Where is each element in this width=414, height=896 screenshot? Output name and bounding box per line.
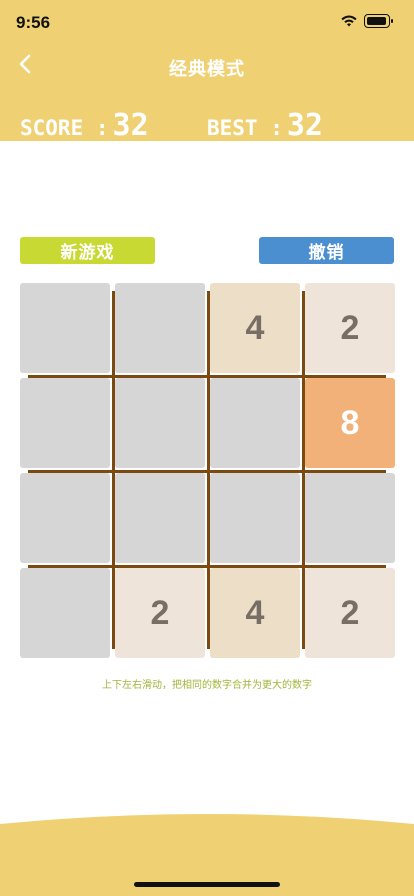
page-title: 经典模式: [169, 59, 245, 80]
tile-empty: [115, 473, 205, 563]
game-board[interactable]: 428242: [20, 283, 395, 658]
tile-8: 8: [305, 378, 395, 468]
tile-2: 2: [305, 283, 395, 373]
home-indicator: [134, 882, 280, 887]
tile-2: 2: [115, 568, 205, 658]
undo-button[interactable]: 撤销: [259, 237, 394, 264]
best-display: BEST : 32: [207, 108, 323, 143]
header-bar: 9:56 经典模式 SCORE : 32 BEST : 32: [0, 0, 414, 143]
tile-empty: [20, 568, 110, 658]
wifi-icon: [341, 15, 357, 27]
tile-2: 2: [305, 568, 395, 658]
tile-empty: [115, 283, 205, 373]
best-label: BEST :: [207, 116, 283, 140]
status-time: 9:56: [16, 13, 51, 32]
battery-icon: [364, 14, 393, 28]
tile-empty: [115, 378, 205, 468]
score-display: SCORE : 32: [20, 108, 149, 143]
tile-empty: [210, 378, 300, 468]
tile-empty: [20, 283, 110, 373]
tile-4: 4: [210, 568, 300, 658]
tile-empty: [20, 378, 110, 468]
score-label: SCORE :: [20, 116, 109, 140]
tile-empty: [20, 473, 110, 563]
score-value: 32: [112, 108, 149, 143]
instruction-text: 上下左右滑动，把相同的数字合并为更大的数字: [102, 680, 312, 691]
status-icons: [340, 14, 393, 28]
tile-empty: [210, 473, 300, 563]
tile-empty: [305, 473, 395, 563]
best-value: 32: [286, 108, 323, 143]
new-game-button[interactable]: 新游戏: [20, 237, 155, 264]
tile-4: 4: [210, 283, 300, 373]
